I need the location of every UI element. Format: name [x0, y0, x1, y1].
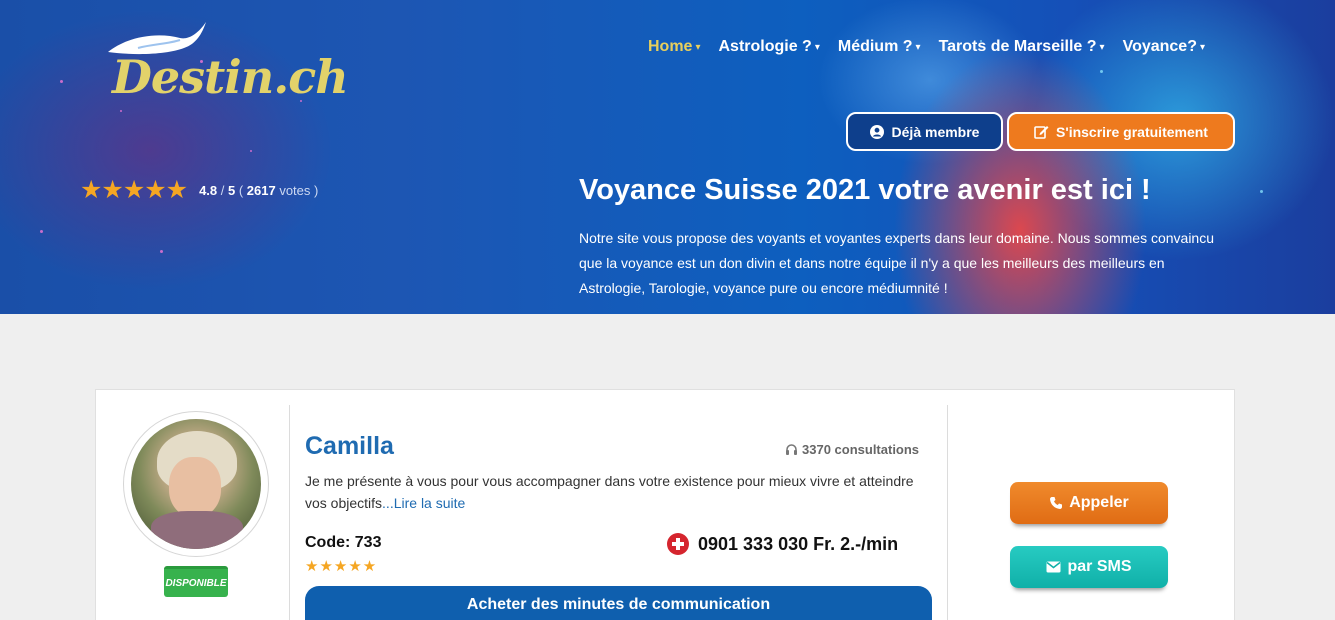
site-logo[interactable]: Destin.ch [98, 18, 349, 113]
nav-item-voyance[interactable]: Voyance? ▾ [1123, 38, 1205, 56]
logo-text: Destin.ch [112, 50, 349, 104]
buy-minutes-button[interactable]: Acheter des minutes de communication [305, 586, 932, 620]
psychic-name[interactable]: Camilla [305, 432, 394, 461]
hero-banner: Destin.ch ★★★★★ 4.8 / 5 ( 2617 votes ) H… [0, 0, 1335, 314]
hero-title: Voyance Suisse 2021 votre avenir est ici… [579, 174, 1151, 206]
nav-item-astrologie[interactable]: Astrologie ? ▾ [718, 38, 819, 56]
swiss-flag-icon [667, 533, 689, 555]
member-login-button[interactable]: Déjà membre [846, 112, 1003, 151]
psychic-card: DISPONIBLE Camilla 3370 consultations Je… [95, 389, 1235, 620]
call-button[interactable]: Appeler [1010, 482, 1168, 524]
rating-text: 4.8 / 5 ( 2617 votes ) [199, 183, 319, 198]
divider [947, 405, 948, 620]
chevron-down-icon: ▾ [1199, 41, 1206, 53]
psychic-bio: Je me présente à vous pour vous accompag… [305, 473, 914, 511]
chevron-down-icon: ▾ [915, 41, 921, 53]
psychic-code: Code: 733 [305, 534, 382, 551]
nav-item-medium[interactable]: Médium ? ▾ [838, 38, 921, 56]
chevron-down-icon: ▾ [1099, 41, 1105, 53]
divider [289, 405, 290, 620]
consultations-count: 3370 consultations [785, 442, 919, 457]
hero-description: Notre site vous propose des voyants et v… [579, 230, 1214, 296]
avatar[interactable] [131, 419, 261, 549]
rating-stars-icon: ★★★★★ [80, 176, 188, 204]
nav-item-tarots[interactable]: Tarots de Marseille ? ▾ [939, 38, 1105, 56]
headset-icon [785, 443, 798, 456]
main-nav: Home ▾ Astrologie ? ▾ Médium ? ▾ Tarots de … [648, 38, 1223, 56]
envelope-icon [1046, 561, 1061, 573]
user-circle-icon [870, 124, 885, 139]
rating-score: 4.8 [199, 183, 218, 198]
status-badge: DISPONIBLE [164, 566, 228, 597]
edit-icon [1034, 124, 1049, 139]
site-rating: ★★★★★ 4.8 / 5 ( 2617 votes ) [80, 178, 318, 203]
nav-item-home[interactable]: Home ▾ [648, 38, 700, 56]
phone-number: 0901 333 030 Fr. 2.-/min [667, 533, 898, 555]
psychic-rating-stars-icon: ★★★★★ [305, 558, 378, 575]
avatar-frame [123, 411, 269, 557]
phone-icon [1049, 496, 1063, 510]
rating-votes: 2617 [246, 183, 276, 198]
chevron-down-icon: ▾ [695, 41, 701, 53]
read-more-link[interactable]: ...Lire la suite [382, 495, 465, 511]
sms-button[interactable]: par SMS [1010, 546, 1168, 588]
signup-button[interactable]: S'inscrire gratuitement [1007, 112, 1235, 151]
chevron-down-icon: ▾ [814, 41, 820, 53]
